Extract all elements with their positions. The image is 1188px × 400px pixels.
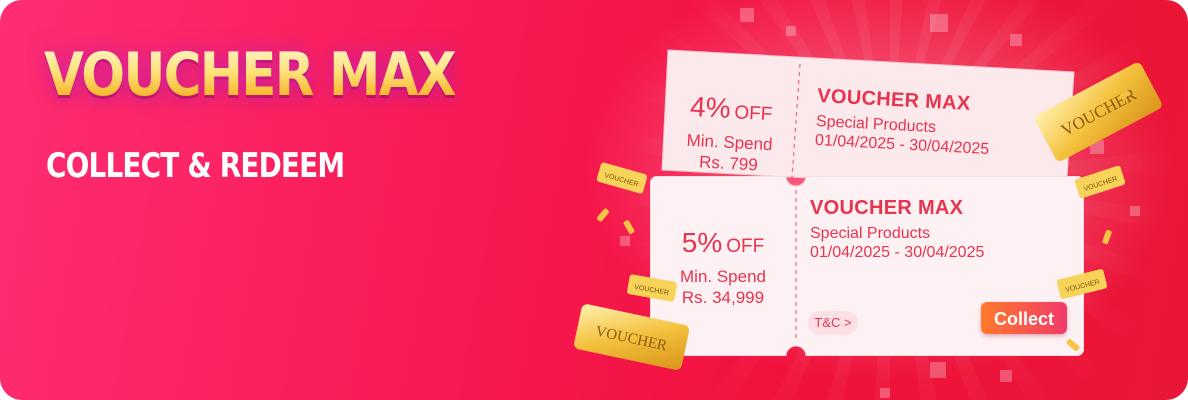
collect-button[interactable]: Collect bbox=[981, 302, 1067, 334]
small-ticket-decoration: VOUCHER bbox=[596, 162, 648, 194]
sparkle-square bbox=[620, 236, 630, 246]
discount-off-label: OFF bbox=[733, 102, 773, 126]
voucher-discount: 5% OFF Min. Spend Rs. 34,999 bbox=[668, 228, 778, 308]
sparkle-square bbox=[1010, 34, 1022, 46]
voucher-dates: 01/04/2025 - 30/04/2025 bbox=[810, 244, 985, 261]
small-ticket-decoration: VOUCHER bbox=[627, 274, 677, 302]
sparkle-square bbox=[930, 362, 946, 378]
confetti bbox=[622, 219, 636, 235]
gold-ticket-decoration: VOUCHER bbox=[574, 304, 690, 370]
voucher-category: Special Products bbox=[810, 225, 931, 242]
discount-off-label: OFF bbox=[726, 236, 765, 257]
small-ticket-decoration: VOUCHER bbox=[1074, 165, 1126, 199]
sparkle-square bbox=[1000, 370, 1012, 382]
discount-percent: 5% bbox=[681, 227, 723, 258]
voucher-card: 4% OFF Min. Spend Rs. 799 VOUCHER MAX Spe… bbox=[660, 46, 1082, 191]
small-ticket-decoration: VOUCHER bbox=[1056, 269, 1108, 299]
confetti bbox=[596, 207, 610, 223]
sparkle-square bbox=[880, 388, 890, 398]
discount-percent: 4% bbox=[689, 90, 732, 124]
voucher-name: VOUCHER MAX bbox=[810, 197, 964, 219]
promo-banner: VOUCHER MAX COLLECT & REDEEM 4% OFF Min. … bbox=[0, 0, 1188, 400]
sparkle-square bbox=[930, 14, 948, 32]
gold-ticket-decoration: VOUCHER bbox=[1035, 62, 1162, 161]
voucher-discount: 4% OFF Min. Spend Rs. 799 bbox=[678, 91, 782, 176]
voucher-details: VOUCHER MAX Special Products 01/04/2025 … bbox=[810, 196, 984, 262]
min-spend-label: Min. Spend bbox=[680, 267, 766, 286]
sparkle-square bbox=[740, 8, 754, 22]
terms-link[interactable]: T&C > bbox=[808, 311, 858, 335]
voucher-details: VOUCHER MAX Special Products 01/04/2025 … bbox=[815, 84, 993, 159]
banner-subtitle: COLLECT & REDEEM bbox=[46, 146, 345, 186]
sparkle-square bbox=[1130, 206, 1140, 216]
sparkle-square bbox=[786, 26, 796, 36]
banner-title: VOUCHER MAX bbox=[44, 40, 457, 110]
